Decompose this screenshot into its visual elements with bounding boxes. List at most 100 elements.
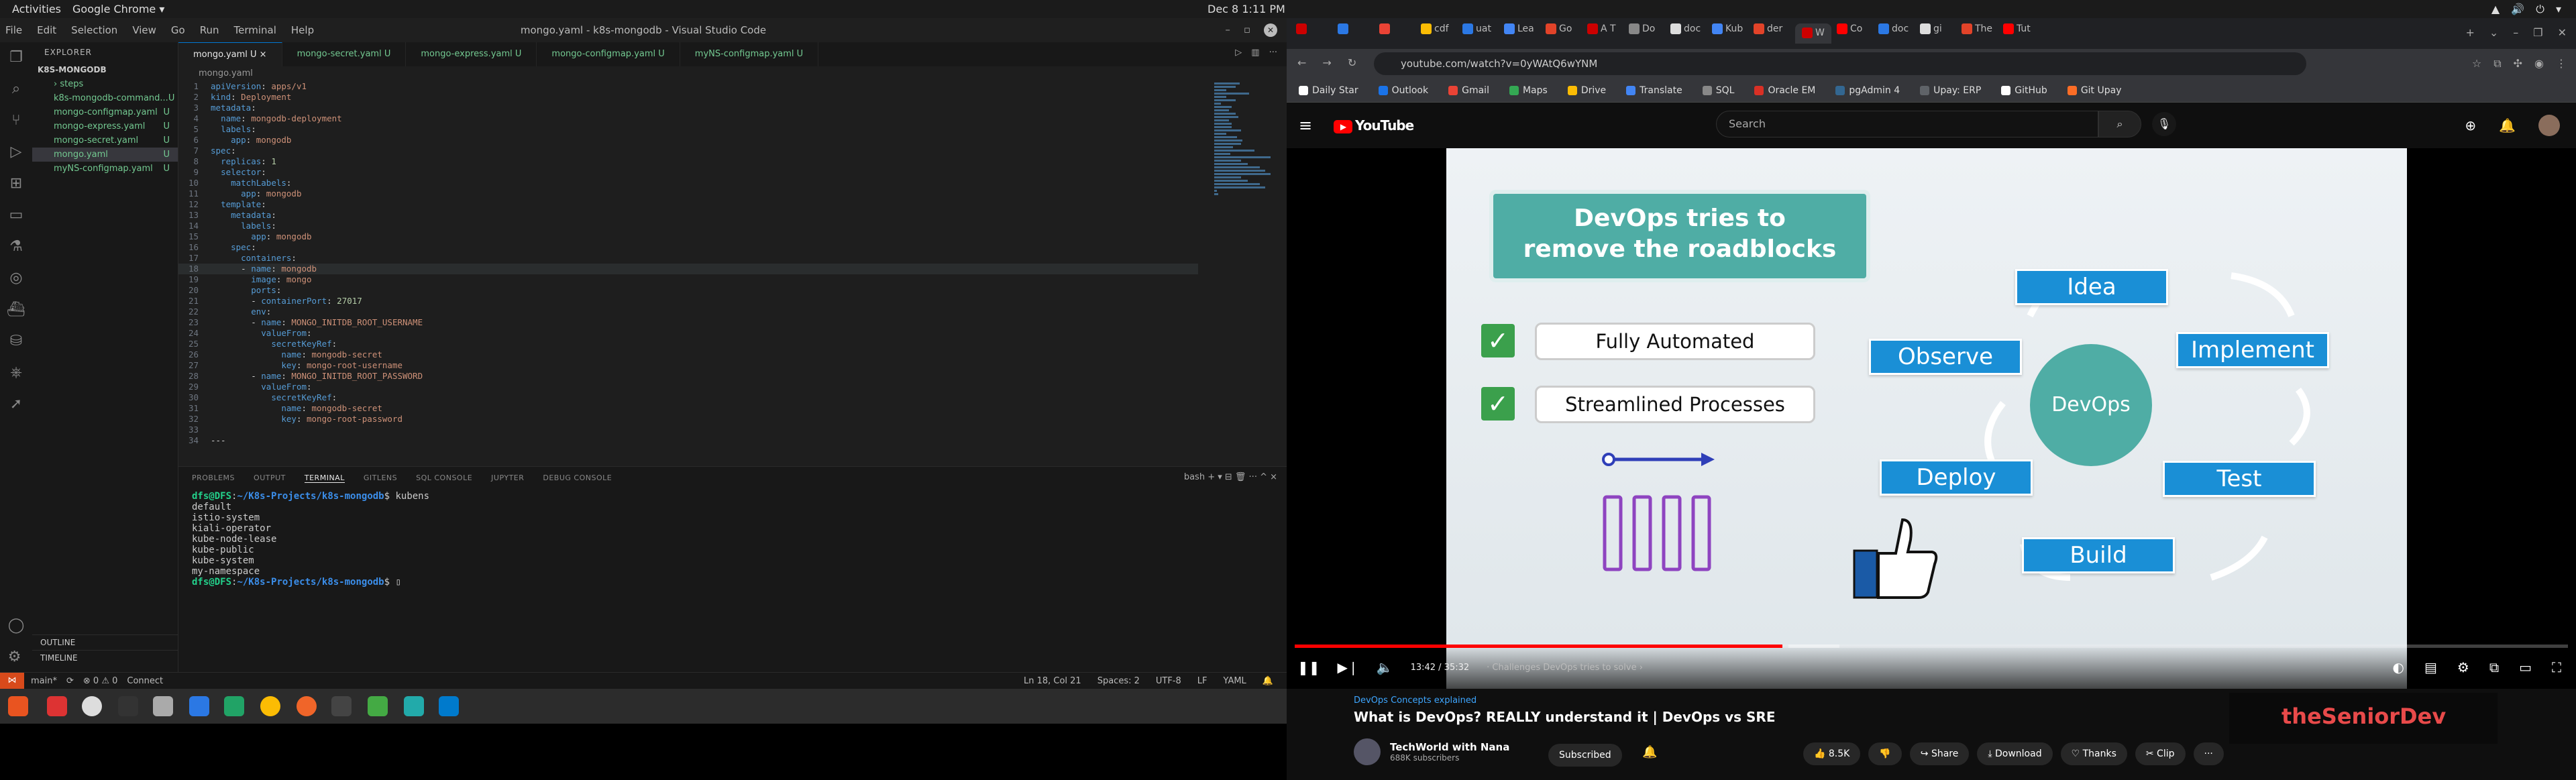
- browser-tab[interactable]: Go: [1546, 23, 1572, 44]
- bookmark-item[interactable]: Translate: [1626, 83, 1682, 97]
- close-icon[interactable]: ✕: [2558, 26, 2567, 39]
- sync-icon[interactable]: ⟳: [66, 676, 74, 686]
- bookmark-item[interactable]: Outlook: [1378, 83, 1428, 97]
- bookmark-item[interactable]: Oracle EM: [1754, 83, 1815, 97]
- youtube-logo[interactable]: ▶ YouTube: [1334, 117, 1414, 133]
- encoding[interactable]: UTF-8: [1156, 676, 1181, 686]
- chrome-menu-icon[interactable]: ⋮: [2556, 57, 2567, 70]
- browser-tab[interactable]: Co: [1837, 23, 1862, 44]
- profile-icon[interactable]: ◉: [2534, 57, 2544, 70]
- restore-icon[interactable]: ❐: [2533, 26, 2542, 39]
- browser-tab[interactable]: cdf: [1421, 23, 1449, 44]
- editor-tab[interactable]: myNS-configmap.yaml U: [680, 42, 819, 66]
- fullscreen-icon[interactable]: ⛶: [2552, 659, 2561, 675]
- maximize-icon[interactable]: ▫: [1244, 23, 1250, 37]
- video-player[interactable]: DevOps tries to remove the roadblocks ✓ …: [1287, 148, 2576, 689]
- more-button[interactable]: ···: [2193, 742, 2224, 765]
- chrome-icon[interactable]: [260, 696, 280, 716]
- panel-tab[interactable]: GITLENS: [364, 473, 397, 483]
- subscribed-button[interactable]: Subscribed: [1548, 744, 1622, 767]
- browser-tab[interactable]: [1296, 23, 1309, 44]
- editor-tab[interactable]: mongo-configmap.yaml U: [537, 42, 680, 66]
- bookmark-item[interactable]: Daily Star: [1299, 83, 1358, 97]
- obs-icon[interactable]: [82, 696, 102, 716]
- file-item[interactable]: mongo-configmap.yaml U: [32, 105, 178, 119]
- terminal-actions[interactable]: bash + ▾ ⊟ 🗑 ··· ^ ×: [1184, 472, 1277, 482]
- autoplay-toggle-icon[interactable]: ◐: [2393, 659, 2404, 675]
- source-control-icon[interactable]: ⑂: [11, 112, 20, 129]
- connect-button[interactable]: Connect: [127, 676, 163, 686]
- browser-tab[interactable]: doc: [1878, 23, 1909, 44]
- minimize-icon[interactable]: –: [1225, 23, 1230, 37]
- terminal[interactable]: dfs@DFS:~/K8s-Projects/k8s-mongodb$ kube…: [178, 490, 1287, 589]
- captions-icon[interactable]: ▤: [2424, 659, 2437, 675]
- video-hashtag[interactable]: DevOps Concepts explained: [1354, 695, 1477, 706]
- gitlens-icon[interactable]: ◎: [9, 270, 22, 286]
- problems-count[interactable]: ⊗ 0 ⚠ 0: [83, 676, 118, 686]
- notifications-icon[interactable]: 🔔: [2499, 117, 2516, 133]
- minimize-icon[interactable]: –: [2513, 26, 2518, 39]
- browser-tab[interactable]: The: [1962, 23, 1992, 44]
- outline-section[interactable]: OUTLINE: [32, 634, 178, 650]
- git-branch[interactable]: main*: [31, 676, 57, 686]
- terminal-app-icon[interactable]: [118, 696, 138, 716]
- extensions-icon[interactable]: ⊞: [10, 175, 22, 192]
- minimap[interactable]: [1208, 81, 1287, 195]
- browser-tab[interactable]: Kub: [1712, 23, 1743, 44]
- kubernetes-icon[interactable]: ⎈: [10, 364, 22, 381]
- files-icon[interactable]: [153, 696, 173, 716]
- project-folder[interactable]: K8S-MONGODB: [32, 62, 178, 77]
- bookmark-item[interactable]: Upay: ERP: [1920, 83, 1981, 97]
- editor-tab[interactable]: mongo-secret.yaml U: [282, 42, 407, 66]
- bookmark-star-icon[interactable]: ☆: [2472, 57, 2481, 70]
- download-button[interactable]: ⤓ Download: [1977, 742, 2053, 765]
- more-actions-icon[interactable]: ···: [1269, 48, 1277, 58]
- pause-icon[interactable]: ❚❚: [1297, 659, 1320, 675]
- app-menu[interactable]: Google Chrome ▾: [72, 3, 164, 15]
- volume-icon[interactable]: 🔈: [1377, 659, 1393, 675]
- extension-icon[interactable]: ⧉: [2493, 57, 2501, 70]
- editor-tab[interactable]: mongo-express.yaml U: [406, 42, 537, 66]
- search-icon[interactable]: ⌕: [12, 80, 20, 97]
- cursor-position[interactable]: Ln 18, Col 21: [1024, 676, 1081, 686]
- testing-icon[interactable]: ⚗: [9, 238, 23, 255]
- dislike-button[interactable]: 👎: [1868, 742, 1902, 765]
- file-item[interactable]: k8s-mongodb-command... U: [32, 91, 178, 105]
- panel-tab[interactable]: TERMINAL: [304, 473, 345, 483]
- browser-tab[interactable]: gi: [1920, 23, 1942, 44]
- forward-icon[interactable]: →: [1322, 56, 1331, 69]
- search-input[interactable]: Search: [1716, 111, 2098, 137]
- notifications-bell-icon[interactable]: 🔔: [1263, 676, 1273, 686]
- timeline-section[interactable]: TIMELINE: [32, 650, 178, 665]
- file-item[interactable]: mongo-express.yaml U: [32, 119, 178, 133]
- miniplayer-icon[interactable]: ⧉: [2489, 659, 2499, 675]
- ubuntu-software-icon[interactable]: [8, 696, 28, 716]
- sidebar-ad[interactable]: theSeniorDev: [2229, 693, 2498, 744]
- address-bar[interactable]: youtube.com/watch?v=0yWAtQ6wYNM: [1374, 52, 2306, 75]
- explorer-icon[interactable]: ❐: [9, 49, 23, 66]
- editor-tab[interactable]: mongo.yaml U ×: [178, 42, 282, 66]
- chapter-title[interactable]: · Challenges DevOps tries to solve ›: [1487, 663, 1643, 673]
- browser-tab[interactable]: doc: [1670, 23, 1701, 44]
- browser-tab[interactable]: der: [1754, 23, 1782, 44]
- database-icon[interactable]: ⛁: [10, 333, 22, 349]
- bookmark-item[interactable]: Git Upay: [2067, 83, 2122, 97]
- clip-button[interactable]: ✂ Clip: [2135, 742, 2186, 765]
- deploy-icon[interactable]: ➚: [10, 396, 22, 412]
- theater-mode-icon[interactable]: ▭: [2519, 659, 2532, 675]
- panel-tab[interactable]: SQL CONSOLE: [416, 473, 472, 483]
- tab-search-icon[interactable]: ⌄: [2489, 26, 2498, 39]
- notification-bell-icon[interactable]: 🔔: [1642, 745, 1657, 759]
- close-icon[interactable]: ✕: [1264, 23, 1277, 37]
- bookmark-item[interactable]: SQL: [1702, 83, 1734, 97]
- panel-tab[interactable]: OUTPUT: [254, 473, 286, 483]
- file-item[interactable]: mongo-secret.yaml U: [32, 133, 178, 148]
- settings-gear-icon[interactable]: ⚙: [8, 649, 25, 665]
- reload-icon[interactable]: ↻: [1348, 56, 1356, 69]
- browser-tab[interactable]: A T: [1587, 23, 1616, 44]
- bookmark-item[interactable]: Drive: [1567, 83, 1606, 97]
- run-debug-icon[interactable]: ▷: [11, 144, 22, 160]
- menu-icon[interactable]: ≡: [1299, 116, 1312, 135]
- back-icon[interactable]: ←: [1297, 56, 1306, 69]
- browser-tab[interactable]: W: [1795, 23, 1831, 44]
